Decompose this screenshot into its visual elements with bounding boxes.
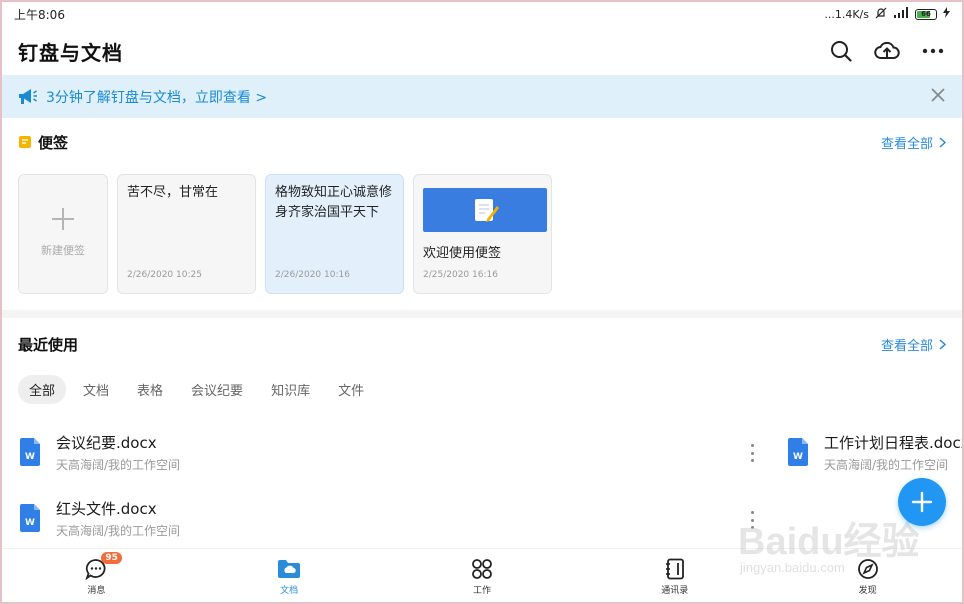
notes-title: 便签: [38, 133, 69, 152]
status-bar: 上午8:06 ...1.4K/s 66: [0, 0, 964, 28]
notes-list: 新建便签 苦不尽，甘常在 2/26/2020 10:25 格物致知正心诚意修身齐…: [18, 174, 552, 294]
note-date: 2/25/2020 16:16: [423, 270, 498, 280]
network-speed: ...1.4K/s: [824, 7, 869, 21]
tab-all[interactable]: 全部: [18, 375, 67, 404]
cloud-upload-icon: [874, 41, 900, 59]
app-header: 钉盘与文档: [0, 28, 964, 74]
word-file-icon: W: [788, 438, 808, 466]
charging-icon: [943, 7, 950, 21]
contacts-book-icon: [665, 558, 684, 579]
word-file-icon: W: [20, 504, 40, 532]
plus-icon: [52, 208, 74, 230]
word-file-icon: W: [20, 438, 40, 466]
more-button[interactable]: [920, 38, 946, 64]
file-name: 会议纪要.docx: [56, 433, 157, 452]
nav-contacts[interactable]: 通讯录: [620, 558, 730, 596]
nav-work[interactable]: 工作: [427, 558, 537, 596]
search-icon: [831, 41, 852, 62]
file-name: 工作计划日程表.docx: [824, 433, 964, 452]
note-text: 格物致知正心诚意修身齐家治国平天下: [275, 185, 393, 220]
new-note-button[interactable]: 新建便签: [18, 174, 108, 294]
note-card[interactable]: 苦不尽，甘常在 2/26/2020 10:25: [117, 174, 256, 294]
mute-icon: [875, 7, 887, 22]
note-date: 2/26/2020 10:25: [127, 270, 202, 280]
nav-label: 文档: [280, 585, 299, 596]
cloud-upload-button[interactable]: [874, 38, 900, 64]
file-more-button[interactable]: [747, 444, 757, 462]
note-date: 2/26/2020 10:16: [275, 270, 350, 280]
note-thumbnail: [423, 188, 547, 232]
notepad-pencil-icon: [475, 199, 499, 222]
recent-filter-tabs: 全部 文档 表格 会议纪要 知识库 文件: [18, 375, 375, 404]
tab-knowledge-base[interactable]: 知识库: [260, 375, 321, 404]
nav-label: 工作: [472, 585, 491, 596]
chevron-right-icon: [939, 136, 946, 148]
file-item[interactable]: W 会议纪要.docx 天高海阔/我的工作空间: [18, 430, 180, 474]
megaphone-icon: [19, 88, 37, 104]
note-card[interactable]: 格物致知正心诚意修身齐家治国平天下 2/26/2020 10:16: [265, 174, 404, 294]
compass-icon: [857, 558, 878, 579]
apps-grid-icon: [472, 558, 492, 579]
section-divider: [0, 310, 964, 318]
new-note-label: 新建便签: [41, 244, 85, 257]
svg-text:W: W: [793, 452, 803, 462]
page-title: 钉盘与文档: [18, 40, 123, 65]
signal-icon: [893, 7, 909, 21]
nav-discover[interactable]: 发现: [813, 558, 923, 596]
plus-icon: [911, 491, 933, 513]
file-item[interactable]: W 工作计划日程表.docx 天高海阔/我的工作空间: [786, 430, 964, 474]
tab-docs[interactable]: 文档: [72, 375, 120, 404]
recent-section-header: 最近使用 查看全部: [0, 329, 964, 359]
note-card[interactable]: 欢迎使用便签 2/25/2020 16:16: [413, 174, 552, 294]
tab-sheets[interactable]: 表格: [126, 375, 174, 404]
bottom-nav: 95 消息 文档 工作 通讯录 发现: [0, 548, 964, 604]
close-icon: [931, 87, 945, 102]
file-item[interactable]: W 红头文件.docx 天高海阔/我的工作空间: [18, 496, 180, 540]
file-path: 天高海阔/我的工作空间: [824, 457, 949, 472]
tab-files[interactable]: 文件: [327, 375, 375, 404]
chevron-right-icon: [939, 338, 946, 350]
banner-close-button[interactable]: [930, 87, 946, 107]
unread-badge: 95: [101, 551, 122, 564]
svg-text:W: W: [25, 518, 35, 528]
file-name: 红头文件.docx: [56, 499, 157, 518]
tab-meeting-notes[interactable]: 会议纪要: [180, 375, 254, 404]
search-button[interactable]: [828, 38, 854, 64]
status-time: 上午8:06: [14, 7, 65, 22]
notes-view-all[interactable]: 查看全部: [881, 133, 946, 152]
battery-icon: 66: [915, 8, 937, 20]
nav-docs[interactable]: 文档: [234, 558, 344, 596]
file-more-button[interactable]: [747, 511, 757, 529]
note-icon: [19, 136, 31, 148]
note-text: 欢迎使用便签: [423, 246, 502, 261]
create-fab-button[interactable]: [898, 478, 946, 526]
recent-view-all[interactable]: 查看全部: [881, 335, 946, 354]
recent-title: 最近使用: [18, 335, 79, 354]
nav-messages[interactable]: 95 消息: [41, 551, 151, 596]
note-text: 苦不尽，甘常在: [127, 185, 219, 200]
folder-cloud-icon: [278, 559, 301, 578]
nav-label: 消息: [87, 585, 106, 596]
banner-text[interactable]: 3分钟了解钉盘与文档，立即查看 >: [46, 87, 267, 107]
nav-label: 通讯录: [661, 585, 689, 596]
file-path: 天高海阔/我的工作空间: [56, 457, 181, 472]
notes-section-header: 便签 查看全部: [0, 127, 964, 157]
file-path: 天高海阔/我的工作空间: [56, 523, 181, 538]
svg-text:W: W: [25, 452, 35, 462]
more-icon: [922, 48, 944, 54]
nav-label: 发现: [858, 585, 877, 596]
intro-banner[interactable]: 3分钟了解钉盘与文档，立即查看 >: [0, 75, 964, 118]
